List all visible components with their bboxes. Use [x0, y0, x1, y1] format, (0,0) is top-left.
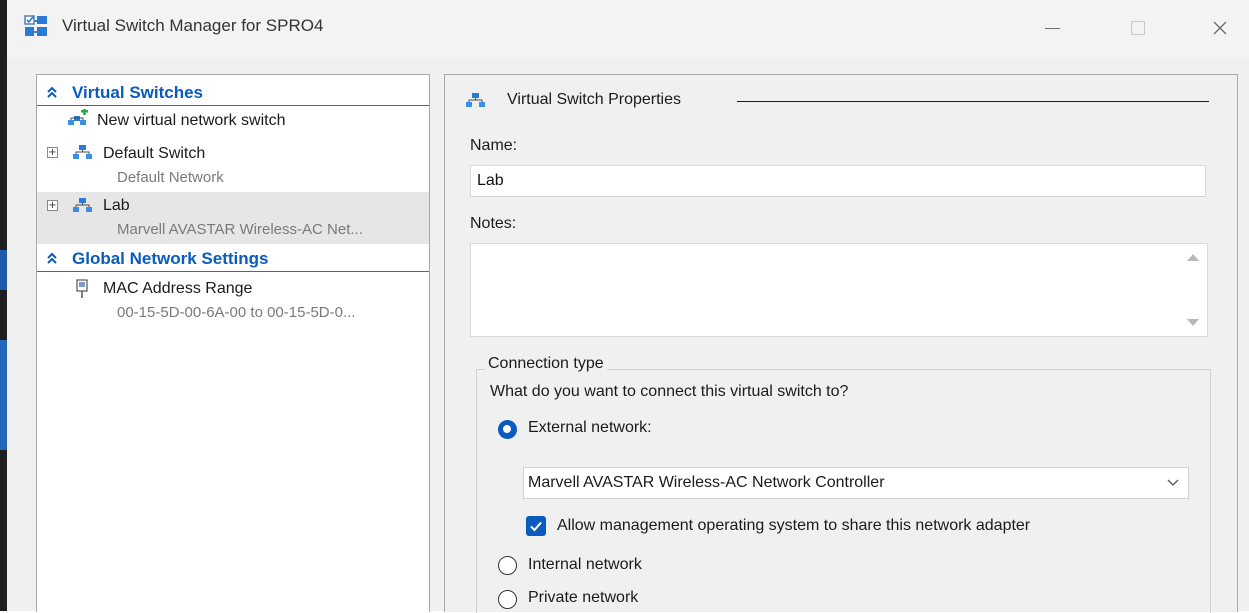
mac-range-label: MAC Address Range [103, 280, 253, 297]
notes-textarea[interactable] [470, 243, 1208, 337]
desktop-edge [0, 0, 7, 611]
switch-properties-pane: Virtual Switch Properties Name: Notes: C… [444, 74, 1238, 613]
allow-management-label[interactable]: Allow management operating system to sha… [557, 517, 1030, 535]
minimize-button[interactable] [1029, 8, 1075, 48]
properties-header: Virtual Switch Properties [465, 89, 1215, 113]
notes-label: Notes: [470, 215, 517, 232]
scroll-down-icon[interactable] [1187, 319, 1199, 326]
collapse-chevron-icon [47, 252, 57, 264]
global-network-settings-header[interactable]: Global Network Settings [37, 247, 429, 272]
network-adapter-dropdown[interactable]: Marvell AVASTAR Wireless-AC Network Cont… [523, 467, 1189, 499]
sidebar-item-mac-address-range[interactable]: MAC Address Range 00-15-5D-00-6A-00 to 0… [37, 275, 429, 327]
title-bar[interactable]: Virtual Switch Manager for SPRO4 [7, 0, 1249, 58]
close-icon [1213, 21, 1227, 35]
connection-question: What do you want to connect this virtual… [490, 383, 849, 400]
properties-title: Virtual Switch Properties [507, 91, 681, 108]
network-adapter-selected: Marvell AVASTAR Wireless-AC Network Cont… [528, 474, 885, 491]
network-switch-icon [73, 145, 92, 159]
new-virtual-switch-item[interactable]: New virtual network switch [37, 108, 429, 134]
connection-type-title: Connection type [485, 355, 607, 373]
global-settings-header: Global Network Settings [72, 249, 269, 268]
close-button[interactable] [1197, 8, 1243, 48]
maximize-button[interactable] [1115, 8, 1161, 48]
external-network-radio[interactable] [498, 420, 517, 439]
new-switch-icon [68, 109, 88, 125]
lab-sub: Marvell AVASTAR Wireless-AC Net... [117, 221, 363, 238]
name-field[interactable] [470, 165, 1206, 197]
virtual-switch-manager-window: Virtual Switch Manager for SPRO4 Virtual… [7, 0, 1249, 613]
network-adapter-icon [76, 279, 88, 298]
expand-plus-icon[interactable]: + [47, 200, 58, 211]
virtual-switch-manager-icon [24, 15, 47, 36]
name-label: Name: [470, 137, 518, 154]
virtual-switches-header: Virtual Switches [72, 83, 204, 102]
chevron-down-icon [1167, 479, 1179, 486]
header-divider [737, 101, 1209, 102]
sidebar-item-lab[interactable]: + Lab Marvell AVASTAR Wireless-AC Net... [37, 192, 429, 244]
internal-network-label[interactable]: Internal network [528, 556, 642, 574]
window-title: Virtual Switch Manager for SPRO4 [62, 16, 324, 35]
expand-plus-icon[interactable]: + [47, 147, 58, 158]
collapse-chevron-icon [47, 86, 57, 98]
external-network-label[interactable]: External network: [528, 419, 652, 437]
default-switch-sub: Default Network [117, 169, 224, 186]
internal-network-radio[interactable] [498, 556, 517, 575]
maximize-icon [1131, 21, 1145, 35]
checkmark-icon [530, 521, 542, 532]
scroll-up-icon[interactable] [1187, 254, 1199, 261]
private-network-radio[interactable] [498, 590, 517, 609]
switch-tree-pane: Virtual Switches New virtual network swi… [36, 74, 430, 612]
allow-management-checkbox[interactable] [526, 516, 546, 536]
default-switch-label: Default Switch [103, 145, 206, 162]
network-switch-icon [73, 198, 92, 212]
sidebar-item-default-switch[interactable]: + Default Switch Default Network [37, 139, 429, 191]
mac-range-value: 00-15-5D-00-6A-00 to 00-15-5D-0... [117, 304, 356, 321]
new-switch-label: New virtual network switch [97, 112, 286, 129]
virtual-switches-section-header[interactable]: Virtual Switches [37, 81, 429, 106]
lab-label: Lab [103, 197, 130, 214]
network-switch-icon [466, 93, 485, 107]
minimize-icon [1044, 27, 1060, 29]
client-area: Virtual Switches New virtual network swi… [24, 62, 1249, 613]
private-network-label[interactable]: Private network [528, 589, 638, 607]
